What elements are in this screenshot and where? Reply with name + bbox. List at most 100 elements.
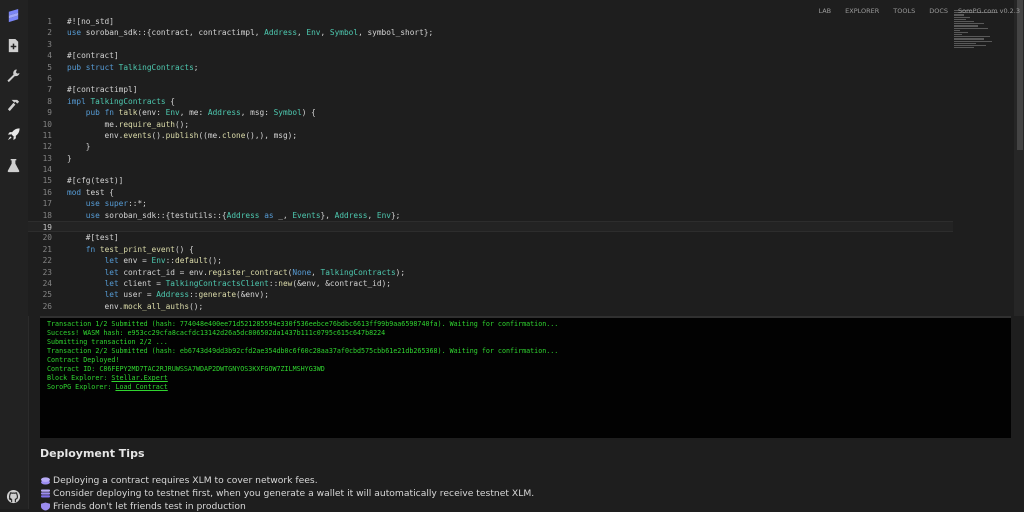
code-lines[interactable]: 1 #![no_std]2 use soroban_sdk::{contract, … [28,16,953,312]
line-text[interactable]: #[contractimpl] [67,84,137,95]
soropg-explorer-label: SoroPG Explorer: [47,383,116,391]
line-number: 12 [42,142,52,152]
code-line[interactable]: 23 let contract_id = env.register_contra… [28,267,953,278]
line-number: 23 [42,267,52,277]
block-explorer-line: Block Explorer: Stellar.Expert [40,374,1011,383]
line-text[interactable]: #![no_std] [67,16,114,27]
line-text[interactable]: } [67,153,72,164]
console-line: Contract Deployed! [47,356,120,364]
code-line[interactable]: 1 #![no_std] [28,16,953,27]
line-text[interactable]: } [67,141,91,152]
line-number: 9 [47,108,52,118]
code-line[interactable]: 10 me.require_auth(); [28,119,953,130]
code-editor[interactable]: 1 #![no_std]2 use soroban_sdk::{contract, … [28,0,1024,316]
block-explorer-label: Block Explorer: [47,374,112,382]
code-line[interactable]: 5 pub struct TalkingContracts; [28,62,953,73]
hammer-icon[interactable] [6,98,21,113]
minimap[interactable] [954,10,1004,55]
line-text[interactable]: #[cfg(test)] [67,175,123,186]
editor-scrollbar[interactable] [1014,0,1024,316]
nav-docs[interactable]: DOCS [929,7,948,15]
code-line[interactable]: 4 #[contract] [28,50,953,61]
code-line[interactable]: 16 mod test { [28,187,953,198]
code-line[interactable]: 13} [28,153,953,164]
brand-version[interactable]: SoroPG.com v0.2.3 [958,7,1020,15]
code-line[interactable]: 25 let user = Address::generate(&env); [28,289,953,300]
code-line[interactable]: 26 env.mock_all_auths(); [28,301,953,312]
sidebar [0,0,29,509]
line-text[interactable]: #[contract] [67,50,119,61]
line-number: 7 [47,85,52,95]
console-output: Transaction 1/2 Submitted (hash: 774048e… [40,316,1011,438]
code-line[interactable]: 19 [28,221,953,233]
code-line[interactable]: 3 [28,39,953,50]
line-text[interactable]: me.require_auth(); [67,119,190,130]
line-number: 2 [47,28,52,38]
code-line[interactable]: 2 use soroban_sdk::{contract, contractimp… [28,27,953,38]
console-line: Submitting transaction 2/2 ... [47,338,168,346]
line-text[interactable]: let client = TalkingContractsClient::new… [67,278,391,289]
line-text[interactable]: env.mock_all_auths(); [67,301,204,312]
line-text[interactable]: use soroban_sdk::{contract, contractimpl… [67,27,433,38]
wrench-icon[interactable] [6,68,21,83]
line-number: 15 [42,176,52,186]
tip-text: Deploying a contract requires XLM to cov… [53,474,318,486]
line-number: 1 [47,17,52,26]
code-line[interactable]: 8 impl TalkingContracts { [28,96,953,107]
github-icon[interactable] [6,489,21,504]
line-number: 16 [42,187,52,197]
line-text[interactable]: let env = Env::default(); [67,255,222,266]
line-number: 8 [47,96,52,106]
line-number: 24 [42,278,52,288]
code-line[interactable]: 9 pub fn talk(env: Env, me: Address, msg… [28,107,953,118]
rocket-icon[interactable] [6,127,21,142]
code-line[interactable]: 15 #[cfg(test)] [28,175,953,186]
line-text[interactable]: use soroban_sdk::{testutils::{Address as… [67,210,401,221]
line-number: 14 [42,165,52,175]
line-text[interactable]: pub fn talk(env: Env, me: Address, msg: … [67,107,316,118]
flask-icon[interactable] [6,158,21,173]
code-line[interactable]: 11 env.events().publish((me.clone(),), m… [28,130,953,141]
stack-icon [41,488,50,497]
line-number: 17 [42,199,52,209]
console-line: Success! WASM hash: e953cc29cfa8cacfdc13… [47,329,386,337]
code-line[interactable]: 18 use soroban_sdk::{testutils::{Address… [28,210,953,221]
add-file-icon[interactable] [6,38,21,53]
line-text[interactable]: env.events().publish((me.clone(),), msg)… [67,130,298,141]
line-number: 3 [47,39,52,49]
coin-icon [41,476,50,485]
console-line: Transaction 2/2 Submitted (hash: eb6743d… [47,347,559,355]
code-line[interactable]: 24 let client = TalkingContractsClient::… [28,278,953,289]
code-line[interactable]: 21 fn test_print_event() { [28,244,953,255]
scrollbar-thumb[interactable] [1017,0,1023,150]
line-number: 20 [42,233,52,243]
code-line[interactable]: 7 #[contractimpl] [28,84,953,95]
nav-lab[interactable]: LAB [818,7,831,15]
line-text[interactable]: impl TalkingContracts { [67,96,175,107]
line-text[interactable]: use super::*; [67,198,147,209]
stellar-expert-link[interactable]: Stellar.Expert [111,374,167,382]
nav-tools[interactable]: TOOLS [893,7,915,15]
line-number: 18 [42,210,52,220]
line-text[interactable]: let user = Address::generate(&env); [67,289,269,300]
code-line[interactable]: 22 let env = Env::default(); [28,255,953,266]
line-text[interactable]: fn test_print_event() { [67,244,194,255]
code-line[interactable]: 12 } [28,141,953,152]
line-number: 13 [42,153,52,163]
load-contract-link[interactable]: Load Contract [115,383,167,391]
code-line[interactable]: 17 use super::*; [28,198,953,209]
line-text[interactable]: let contract_id = env.register_contract(… [67,267,405,278]
line-number: 5 [47,62,52,72]
code-line[interactable]: 20 #[test] [28,232,953,243]
soropg-explorer-line: SoroPG Explorer: Load Contract [40,383,1011,392]
logo-icon[interactable] [6,8,21,23]
line-text[interactable]: pub struct TalkingContracts; [67,62,198,73]
line-text[interactable]: mod test { [67,187,114,198]
code-line[interactable]: 6 [28,73,953,84]
line-number: 21 [42,244,52,254]
line-text[interactable]: #[test] [67,232,119,243]
code-line[interactable]: 14 [28,164,953,175]
nav-explorer[interactable]: EXPLORER [845,7,879,15]
line-number: 6 [47,73,52,83]
tip-item: Friends don't let friends test in produc… [40,500,246,512]
